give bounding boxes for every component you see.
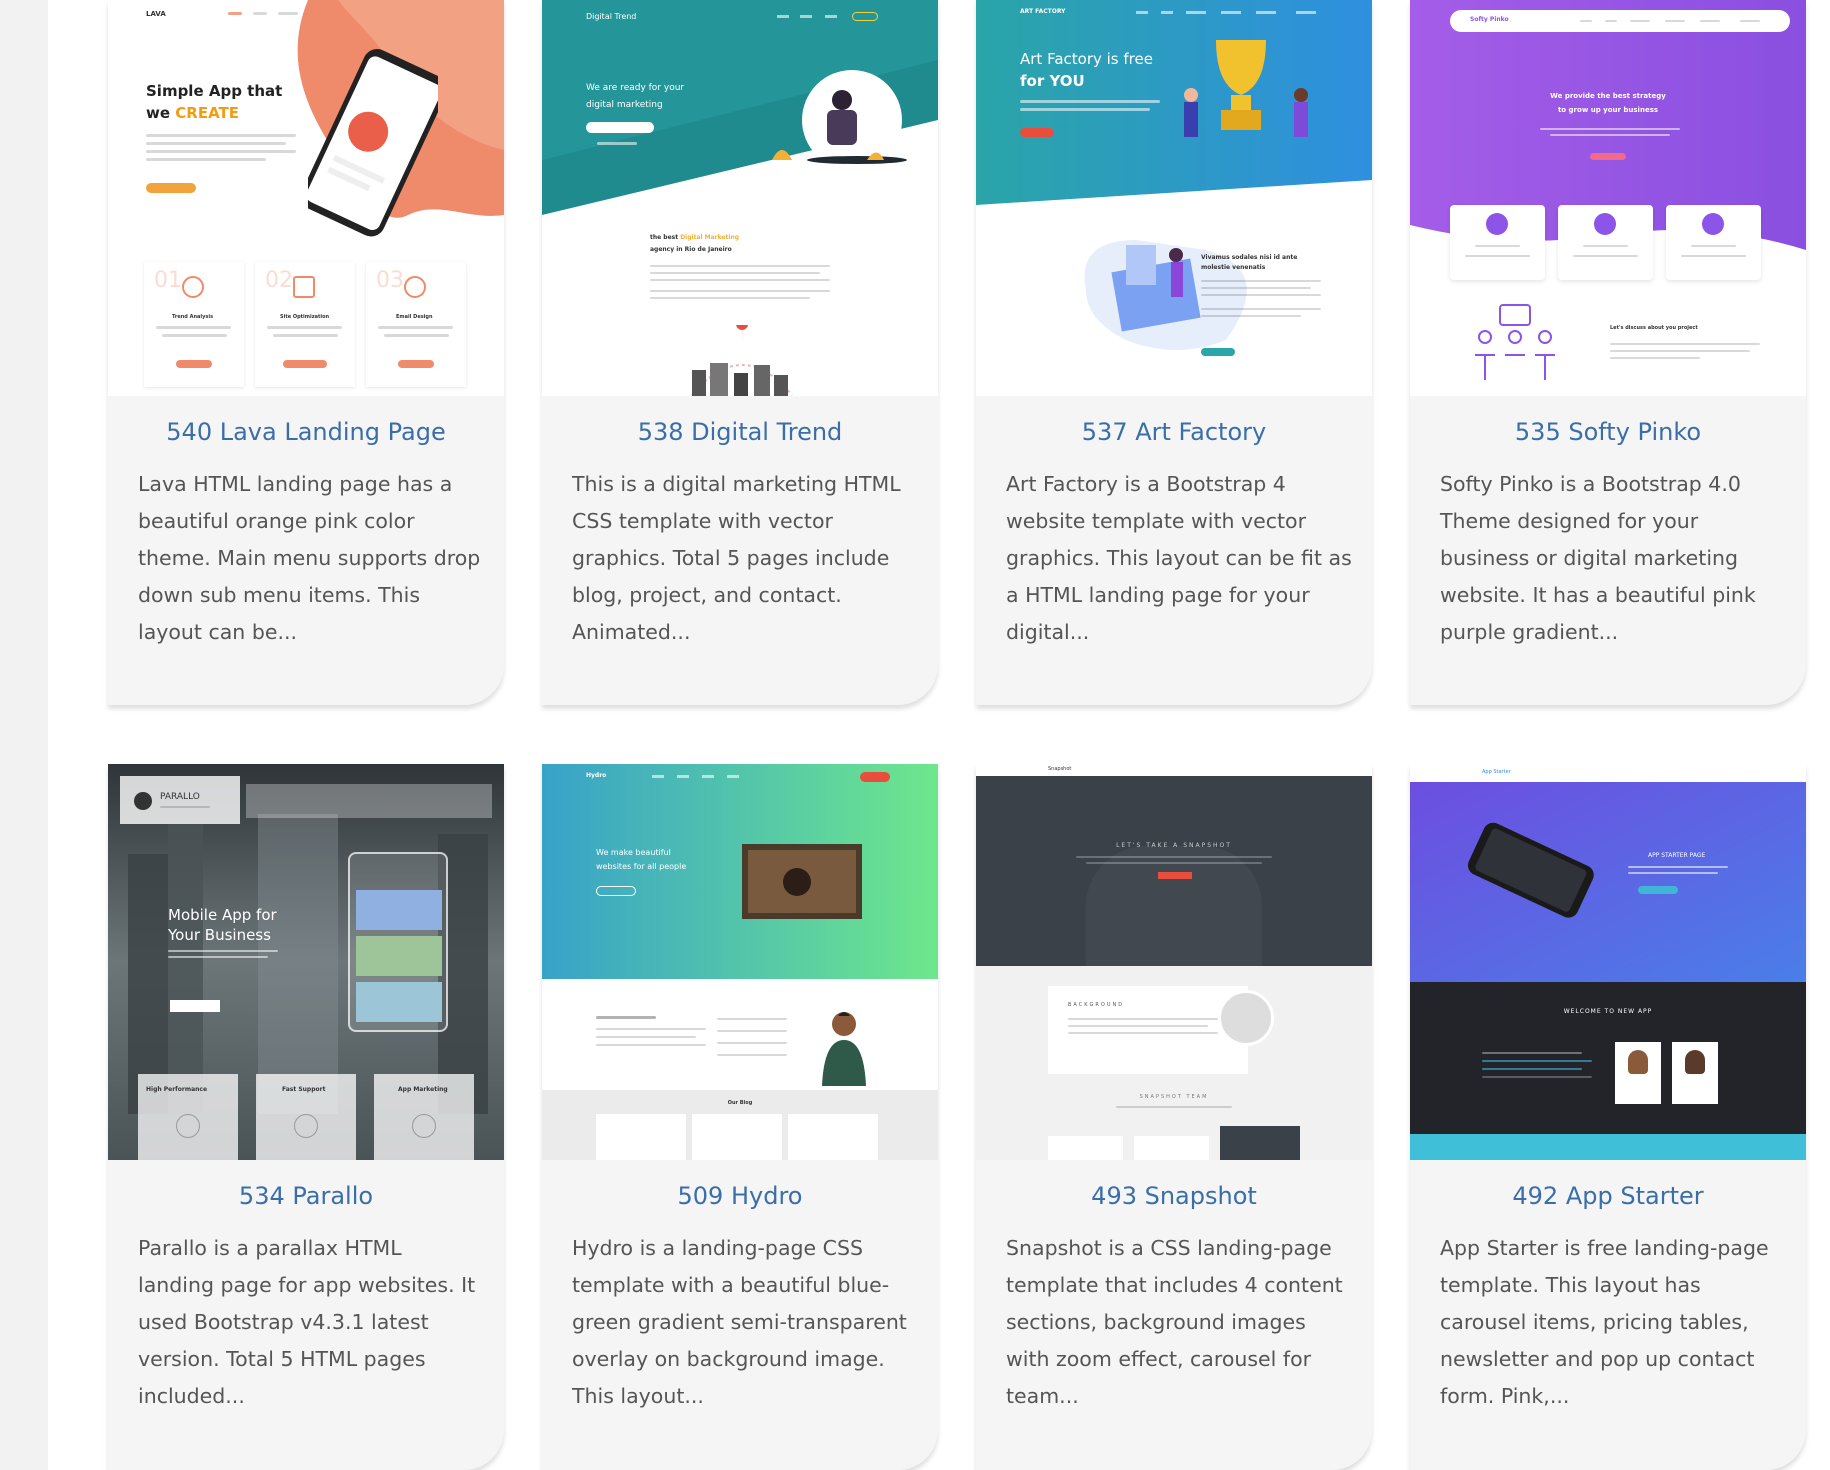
lava-feature-3: 03 Email Design (366, 262, 466, 387)
person-illustration-icon (822, 1012, 866, 1086)
left-rail (0, 0, 48, 1470)
template-description: This is a digital marketing HTML CSS tem… (572, 472, 901, 644)
hydro-hero-bg-icon (542, 764, 938, 979)
snapshot-avatar (1218, 990, 1274, 1046)
softy-pinko-feature-3 (1666, 205, 1761, 280)
hydro-hero-2: websites for all people (596, 862, 687, 871)
template-preview-parallo[interactable]: PARALLO Mobile App for Your Business Hig… (108, 764, 504, 1160)
parallo-hero-1: Mobile App for (168, 906, 277, 924)
template-title-link[interactable]: 509 Hydro (542, 1182, 938, 1216)
template-description: App Starter is free landing-page templat… (1440, 1236, 1769, 1408)
template-preview-snapshot[interactable]: Snapshot LET'S TAKE A SNAPSHOT BACKGROUN… (976, 764, 1372, 1160)
app-starter-welcome-section: WELCOME TO NEW APP (1410, 982, 1806, 1134)
art-factory-section-1: Vivamus sodales nisi id ante (1201, 254, 1298, 261)
template-preview-hydro[interactable]: Hydro We make beautiful websites for all… (542, 764, 938, 1160)
lava-brand: LAVA (146, 10, 166, 18)
digital-trend-section-2: agency in Rio de Janeiro (650, 246, 732, 253)
parallo-feature-3: App Marketing (374, 1074, 474, 1160)
template-preview-softy-pinko[interactable]: Softy Pinko We provide the best strategy… (1410, 0, 1806, 396)
parallo-feature-1: High Performance (138, 1074, 238, 1160)
digital-trend-section-1: the best (650, 234, 679, 241)
lava-cta-button (146, 183, 196, 193)
template-card-hydro[interactable]: Hydro We make beautiful websites for all… (542, 764, 938, 1470)
template-title-link[interactable]: 535 Softy Pinko (1410, 418, 1806, 452)
template-preview-app-starter[interactable]: App Starter APP STARTER PAGE WELCOME TO … (1410, 764, 1806, 1160)
app-starter-hero-1: APP STARTER PAGE (1648, 852, 1706, 859)
template-title-link[interactable]: 537 Art Factory (976, 418, 1372, 452)
template-description: Parallo is a parallax HTML landing page … (138, 1236, 476, 1408)
template-title-link[interactable]: 534 Parallo (108, 1182, 504, 1216)
template-title-link[interactable]: 492 App Starter (1410, 1182, 1806, 1216)
softy-pinko-feature-2 (1558, 205, 1653, 280)
template-card-softy-pinko[interactable]: Softy Pinko We provide the best strategy… (1410, 0, 1806, 705)
lava-headline-1: Simple App that (146, 82, 283, 100)
template-card-snapshot[interactable]: Snapshot LET'S TAKE A SNAPSHOT BACKGROUN… (976, 764, 1372, 1470)
art-factory-hero-1: Art Factory is free (1020, 50, 1153, 68)
softy-pinko-hero-bg-icon (1410, 0, 1806, 380)
lava-feature-1: 01 Trend Analysis (144, 262, 244, 387)
digital-trend-section-accent: Digital Marketing (680, 234, 740, 241)
snapshot-hero (976, 776, 1372, 966)
digital-trend-hero-2: digital marketing (586, 100, 663, 110)
phone-mockup-icon (308, 49, 438, 237)
digital-trend-hero-1: We are ready for your (586, 83, 685, 93)
template-preview-lava[interactable]: LAVA Simple App that we CREATE 01 Trend … (108, 0, 504, 396)
parallo-brand: PARALLO (160, 792, 200, 802)
snapshot-hero-1: LET'S TAKE A SNAPSHOT (1116, 842, 1232, 849)
template-card-lava[interactable]: LAVA Simple App that we CREATE 01 Trend … (108, 0, 504, 705)
app-starter-brand: App Starter (1482, 769, 1511, 775)
snapshot-background-card: BACKGROUND (1048, 986, 1248, 1074)
snapshot-brand: Snapshot (1048, 766, 1072, 772)
snapshot-section-2: SNAPSHOT TEAM (1139, 1094, 1209, 1100)
softy-pinko-feature-1 (1450, 205, 1545, 280)
city-illustration-icon (691, 325, 793, 396)
softy-pinko-section-1: Let's discuss about you project (1610, 325, 1698, 331)
softy-pinko-hero-2: to grow up your business (1557, 106, 1659, 114)
template-card-parallo[interactable]: PARALLO Mobile App for Your Business Hig… (108, 764, 504, 1470)
lava-headline-2: we (146, 104, 171, 122)
template-description: Softy Pinko is a Bootstrap 4.0 Theme des… (1440, 472, 1756, 644)
template-title-link[interactable]: 540 Lava Landing Page (108, 418, 504, 452)
app-starter-team-card-1 (1615, 1042, 1661, 1104)
art-factory-hero-2: for YOU (1020, 72, 1085, 90)
softy-pinko-brand: Softy Pinko (1470, 16, 1509, 23)
app-starter-hero-bg-icon (1410, 782, 1806, 982)
template-description: Snapshot is a CSS landing-page template … (1006, 1236, 1343, 1408)
softy-pinko-navbar: Softy Pinko (1450, 10, 1790, 32)
template-card-art-factory[interactable]: ART FACTORY Art Factory is free for YOU … (976, 0, 1372, 705)
template-preview-digital-trend[interactable]: Digital Trend We are ready for your digi… (542, 0, 938, 396)
template-description: Hydro is a landing-page CSS template wit… (572, 1236, 907, 1408)
template-title-link[interactable]: 538 Digital Trend (542, 418, 938, 452)
parallo-feature-2: Fast Support (256, 1074, 356, 1160)
art-factory-brand: ART FACTORY (1020, 8, 1066, 15)
parallo-hero-2: Your Business (168, 926, 271, 944)
lava-headline-accent: CREATE (175, 104, 239, 122)
template-title-link[interactable]: 493 Snapshot (976, 1182, 1372, 1216)
template-preview-art-factory[interactable]: ART FACTORY Art Factory is free for YOU … (976, 0, 1372, 396)
hydro-section-1: Our Blog (727, 1100, 753, 1106)
template-card-digital-trend[interactable]: Digital Trend We are ready for your digi… (542, 0, 938, 705)
hydro-brand: Hydro (586, 772, 607, 779)
hydro-hero-1: We make beautiful (596, 848, 671, 857)
template-card-app-starter[interactable]: App Starter APP STARTER PAGE WELCOME TO … (1410, 764, 1806, 1470)
lava-feature-2: 02 Site Optimization (255, 262, 355, 387)
template-description: Art Factory is a Bootstrap 4 website tem… (1006, 472, 1352, 644)
template-description: Lava HTML landing page has a beautiful o… (138, 472, 481, 644)
parallo-logo-box: PARALLO (120, 776, 240, 824)
softy-pinko-hero-1: We provide the best strategy (1550, 92, 1666, 100)
art-factory-section-2: molestie venenatis (1201, 264, 1266, 271)
digital-trend-brand: Digital Trend (586, 12, 637, 21)
parallo-phone-mockup (348, 852, 448, 1032)
app-starter-team-card-2 (1672, 1042, 1718, 1104)
